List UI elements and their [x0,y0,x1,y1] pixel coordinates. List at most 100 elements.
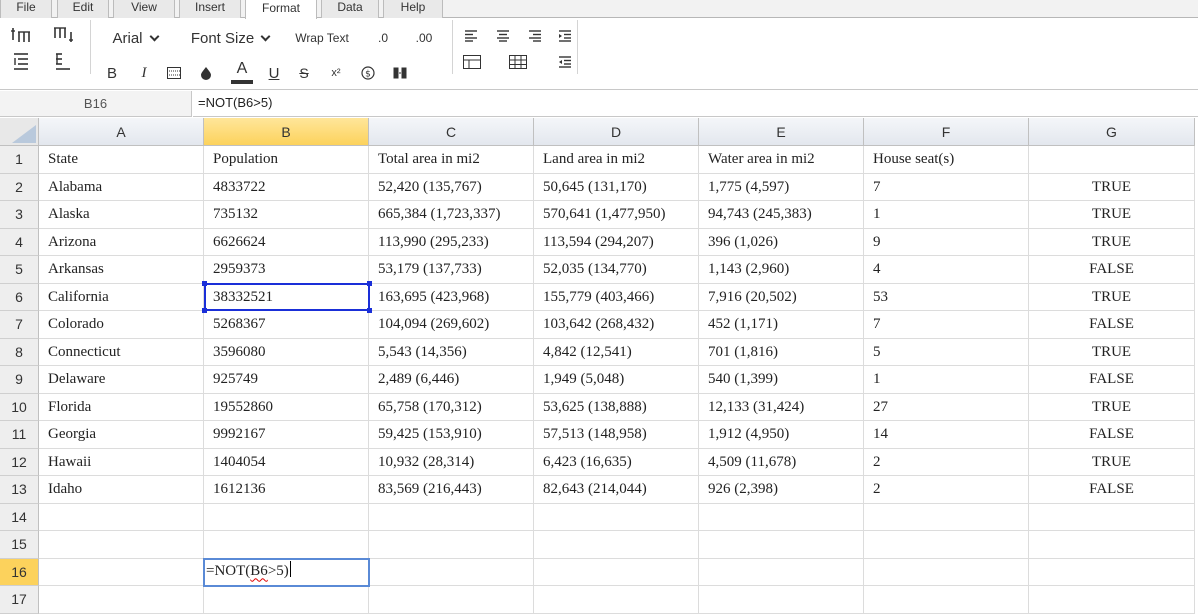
cell-b2[interactable]: 4833722 [204,173,369,201]
row-header-13[interactable]: 13 [0,476,39,504]
cell-g10[interactable]: TRUE [1029,393,1195,421]
cell-f4[interactable]: 9 [864,228,1029,256]
row-header-7[interactable]: 7 [0,311,39,339]
align-right-icon[interactable] [524,26,546,46]
cell-e13[interactable]: 926 (2,398) [699,476,864,504]
cell-d16[interactable] [534,558,699,586]
cell-g14[interactable] [1029,503,1195,531]
cell-g3[interactable]: TRUE [1029,201,1195,229]
cell-f2[interactable]: 7 [864,173,1029,201]
cell-f5[interactable]: 4 [864,256,1029,284]
cell-c6[interactable]: 163,695 (423,968) [369,283,534,311]
table-borders-icon[interactable] [460,52,484,72]
cell-c7[interactable]: 104,094 (269,602) [369,311,534,339]
cell-c11[interactable]: 59,425 (153,910) [369,421,534,449]
cell-a6[interactable]: California [39,283,204,311]
column-header-d[interactable]: D [534,118,699,146]
column-header-e[interactable]: E [699,118,864,146]
column-header-b[interactable]: B [204,118,369,146]
row-header-3[interactable]: 3 [0,201,39,229]
cell-e11[interactable]: 1,912 (4,950) [699,421,864,449]
decrease-decimal-button[interactable]: .0 [372,26,394,50]
cell-f14[interactable] [864,503,1029,531]
column-header-c[interactable]: C [369,118,534,146]
align-center-icon[interactable] [492,26,514,46]
cell-a11[interactable]: Georgia [39,421,204,449]
cell-f17[interactable] [864,586,1029,614]
cell-a1[interactable]: State [39,146,204,174]
align-left-icon[interactable] [460,26,482,46]
cell-e12[interactable]: 4,509 (11,678) [699,448,864,476]
column-header-a[interactable]: A [39,118,204,146]
cell-b14[interactable] [204,503,369,531]
cell-e2[interactable]: 1,775 (4,597) [699,173,864,201]
cell-f12[interactable]: 2 [864,448,1029,476]
menu-tab-help[interactable]: Help [383,0,443,18]
cell-g17[interactable] [1029,586,1195,614]
cell-d3[interactable]: 570,641 (1,477,950) [534,201,699,229]
cell-b11[interactable]: 9992167 [204,421,369,449]
menu-tab-edit[interactable]: Edit [57,0,109,18]
cell-c17[interactable] [369,586,534,614]
cell-b1[interactable]: Population [204,146,369,174]
cell-e14[interactable] [699,503,864,531]
cell-d9[interactable]: 1,949 (5,048) [534,366,699,394]
resize-handle[interactable] [202,280,207,286]
cell-e3[interactable]: 94,743 (245,383) [699,201,864,229]
cell-c1[interactable]: Total area in mi2 [369,146,534,174]
spreadsheet-grid[interactable]: A B C D E F G 1 State Population Total area in mi2… [0,118,1198,616]
cell-e5[interactable]: 1,143 (2,960) [699,256,864,284]
column-header-f[interactable]: F [864,118,1029,146]
cell-d10[interactable]: 53,625 (138,888) [534,393,699,421]
cell-f1[interactable]: House seat(s) [864,146,1029,174]
cell-d12[interactable]: 6,423 (16,635) [534,448,699,476]
cell-g9[interactable]: FALSE [1029,366,1195,394]
menu-tab-format[interactable]: Format [245,0,317,19]
cell-b4[interactable]: 6626624 [204,228,369,256]
cell-f8[interactable]: 5 [864,338,1029,366]
cell-c14[interactable] [369,503,534,531]
cell-e1[interactable]: Water area in mi2 [699,146,864,174]
cell-e9[interactable]: 540 (1,399) [699,366,864,394]
fill-color-icon[interactable] [196,62,216,84]
underline-button[interactable]: U [264,62,284,84]
cell-a14[interactable] [39,503,204,531]
row-header-5[interactable]: 5 [0,256,39,284]
column-header-g[interactable]: G [1029,118,1195,146]
cell-d7[interactable]: 103,642 (268,432) [534,311,699,339]
cell-d17[interactable] [534,586,699,614]
cell-b6[interactable]: 38332521 [204,283,369,311]
cell-border-icon[interactable] [164,62,184,84]
font-color-button[interactable]: A [230,58,254,86]
cell-a16[interactable] [39,558,204,586]
cell-a7[interactable]: Colorado [39,311,204,339]
cell-f3[interactable]: 1 [864,201,1029,229]
cell-c9[interactable]: 2,489 (6,446) [369,366,534,394]
cell-e17[interactable] [699,586,864,614]
row-header-12[interactable]: 12 [0,448,39,476]
cell-g11[interactable]: FALSE [1029,421,1195,449]
cell-d8[interactable]: 4,842 (12,541) [534,338,699,366]
cell-e10[interactable]: 12,133 (31,424) [699,393,864,421]
cell-e15[interactable] [699,531,864,559]
cell-a4[interactable]: Arizona [39,228,204,256]
resize-handle[interactable] [367,308,372,313]
cell-b12[interactable]: 1404054 [204,448,369,476]
cell-f7[interactable]: 7 [864,311,1029,339]
font-size-dropdown[interactable]: Font Size [184,26,276,50]
cell-c8[interactable]: 5,543 (14,356) [369,338,534,366]
row-header-2[interactable]: 2 [0,173,39,201]
insert-column-before-icon[interactable] [8,24,34,46]
cell-e8[interactable]: 701 (1,816) [699,338,864,366]
cell-e7[interactable]: 452 (1,171) [699,311,864,339]
increase-decimal-button[interactable]: .00 [410,26,438,50]
cell-b3[interactable]: 735132 [204,201,369,229]
cell-b8[interactable]: 3596080 [204,338,369,366]
cell-a5[interactable]: Arkansas [39,256,204,284]
cell-f6[interactable]: 53 [864,283,1029,311]
cell-f11[interactable]: 14 [864,421,1029,449]
cell-b15[interactable] [204,531,369,559]
bold-button[interactable]: B [102,62,122,84]
indent-icon[interactable] [554,26,576,46]
cell-name-box[interactable]: B16 [0,91,192,117]
